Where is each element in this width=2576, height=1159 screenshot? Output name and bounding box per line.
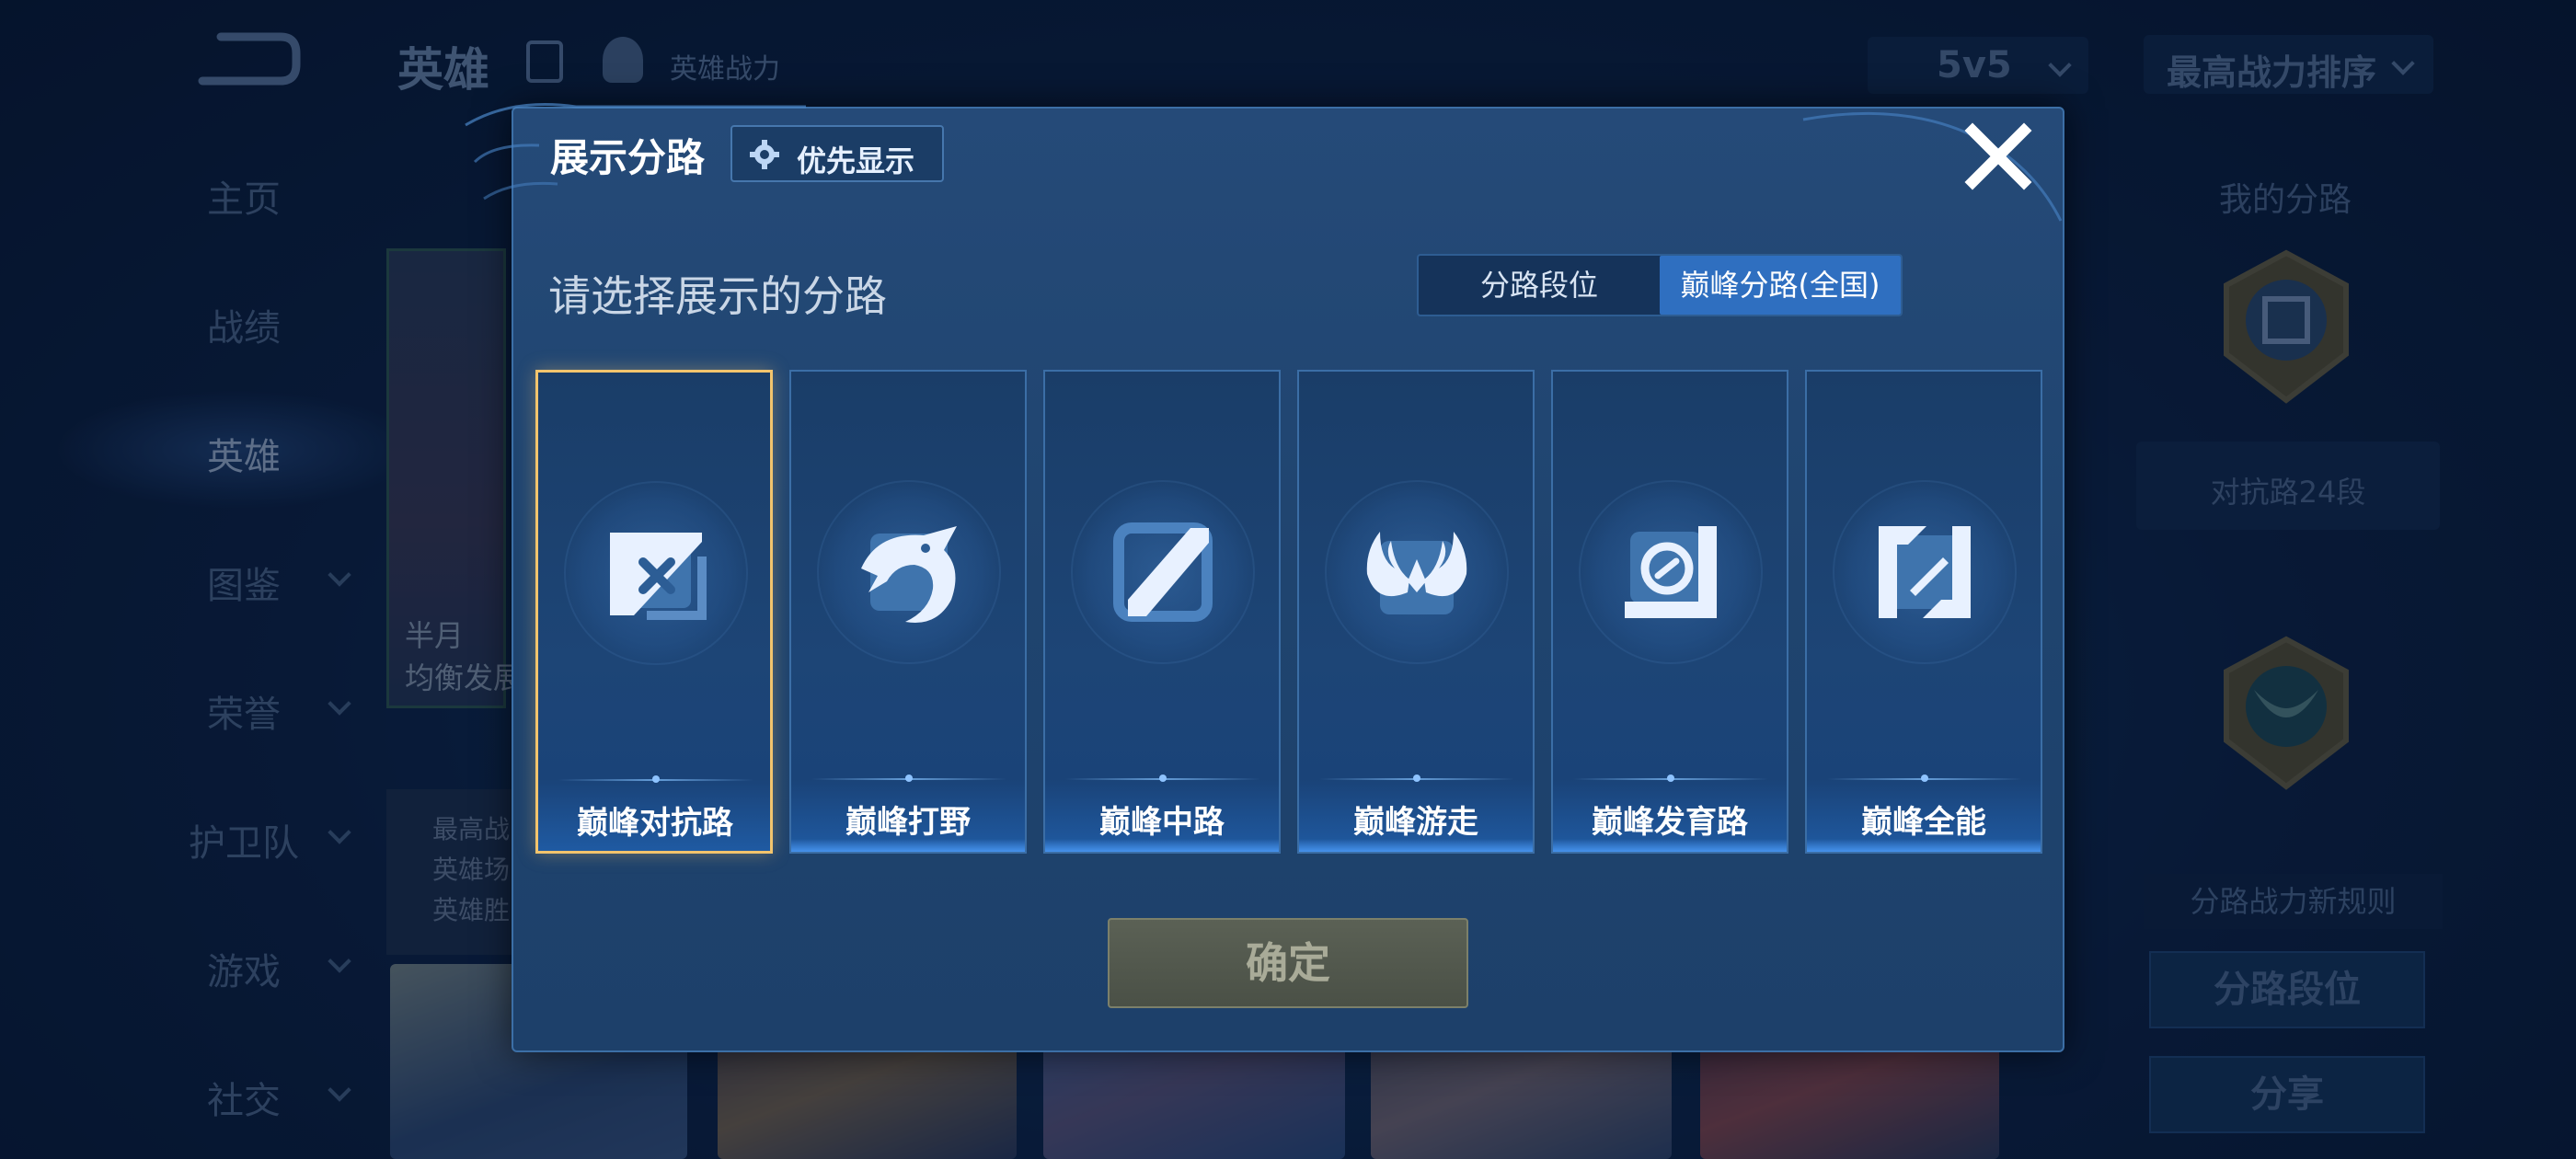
lane-label: 巅峰打野 <box>845 804 971 841</box>
clash-lane-icon <box>610 533 707 620</box>
lane-label: 巅峰全能 <box>1861 804 1986 841</box>
lane-card-roam[interactable]: 巅峰游走 <box>1297 370 1535 854</box>
gear-icon <box>750 140 779 169</box>
priority-display-button[interactable]: 优先显示 <box>730 125 944 182</box>
card-divider-dot <box>1667 775 1674 782</box>
priority-display-label: 优先显示 <box>797 143 915 178</box>
card-glow <box>1299 839 1533 852</box>
lane-card-jungle[interactable]: 巅峰打野 <box>789 370 1027 854</box>
lane-card-farm[interactable]: 巅峰发育路 <box>1551 370 1788 854</box>
card-glow <box>1553 839 1787 852</box>
lane-label: 巅峰游走 <box>1353 804 1478 841</box>
tab-lane-rank[interactable]: 分路段位 <box>1419 256 1660 315</box>
confirm-button[interactable]: 确定 <box>1108 918 1468 1008</box>
close-icon[interactable] <box>1960 118 2037 195</box>
card-divider-dot <box>1921 775 1928 782</box>
lane-label: 巅峰中路 <box>1099 804 1225 841</box>
modal-subtitle: 请选择展示的分路 <box>548 271 887 321</box>
all-round-icon <box>1879 526 1971 618</box>
card-divider-dot <box>1159 775 1167 782</box>
modal-title: 展示分路 <box>550 135 706 180</box>
roam-wings-icon <box>1366 532 1467 614</box>
lane-label: 巅峰对抗路 <box>577 805 733 842</box>
card-glow <box>1807 839 2041 852</box>
mid-lane-icon <box>1113 522 1213 622</box>
farm-lane-icon <box>1625 526 1717 618</box>
card-glow <box>791 839 1025 852</box>
card-divider-dot <box>652 775 660 783</box>
lane-label: 巅峰发育路 <box>1592 804 1748 841</box>
lane-card-mid[interactable]: 巅峰中路 <box>1043 370 1281 854</box>
tab-peak-lane-national[interactable]: 巅峰分路(全国) <box>1660 256 1901 315</box>
card-divider-dot <box>905 775 913 782</box>
card-divider-dot <box>1413 775 1420 782</box>
card-glow <box>1045 839 1279 852</box>
lane-tab-group: 分路段位 巅峰分路(全国) <box>1417 254 1903 316</box>
lane-card-clash[interactable]: 巅峰对抗路 <box>535 370 773 854</box>
jungle-dragon-icon <box>861 526 957 623</box>
lane-card-allround[interactable]: 巅峰全能 <box>1805 370 2042 854</box>
